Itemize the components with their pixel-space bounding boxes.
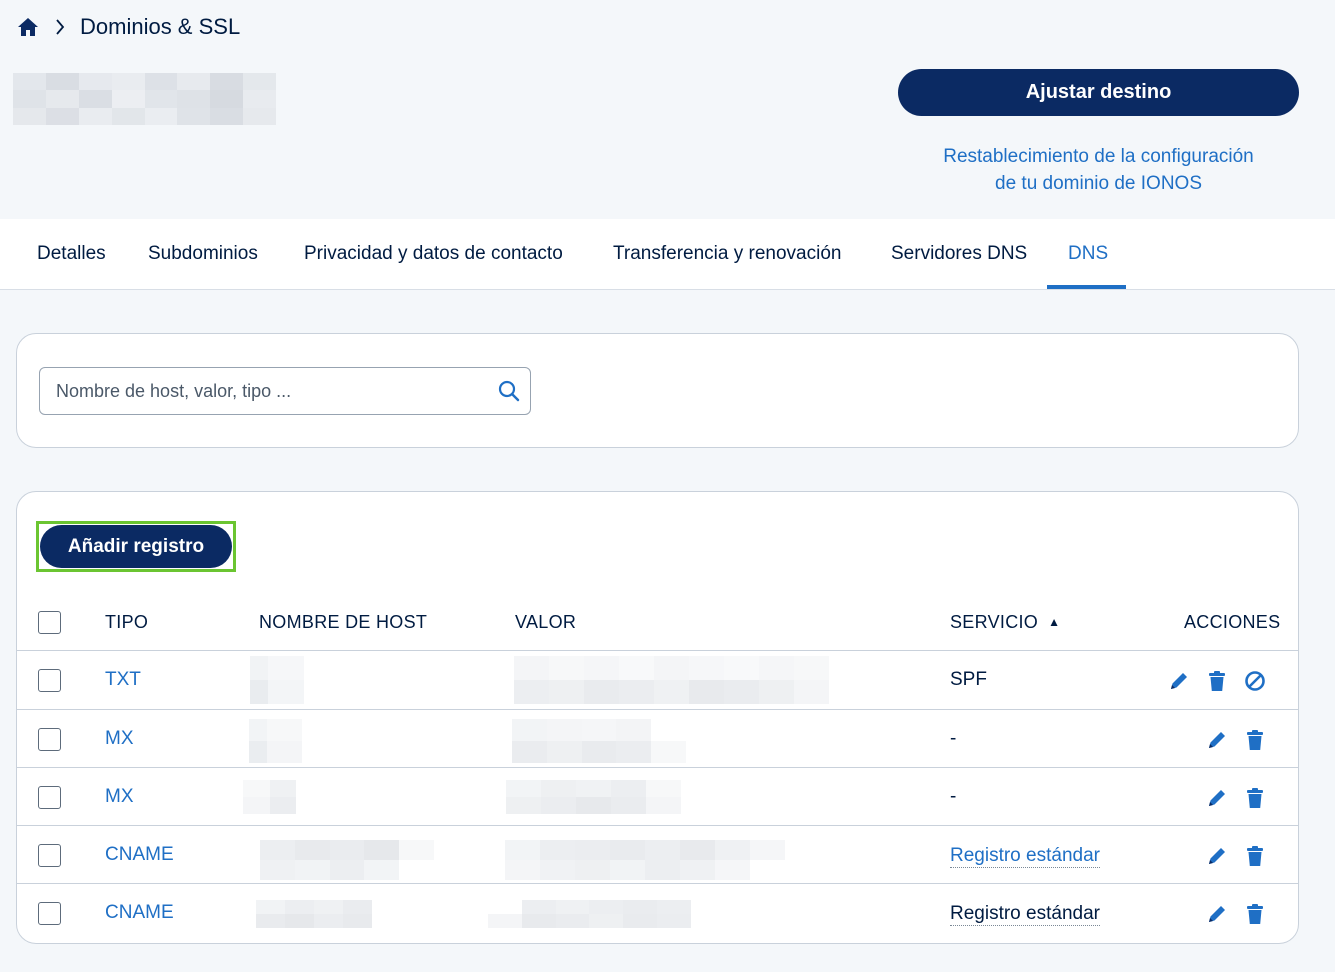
tab-details[interactable]: Detalles <box>37 219 106 289</box>
record-value-redacted <box>488 900 691 928</box>
delete-icon[interactable] <box>1242 727 1268 753</box>
tab-subdomains[interactable]: Subdominios <box>148 219 258 289</box>
record-type[interactable]: TXT <box>105 669 141 691</box>
edit-icon[interactable] <box>1204 727 1230 753</box>
record-service: SPF <box>950 669 987 690</box>
column-header-actions: ACCIONES <box>1184 611 1281 632</box>
search-icon[interactable] <box>498 380 520 402</box>
breadcrumb-current[interactable]: Dominios & SSL <box>80 14 240 40</box>
tab-privacy-contact[interactable]: Privacidad y datos de contacto <box>304 219 563 289</box>
reset-configuration-link[interactable]: Restablecimiento de la configuración de … <box>898 143 1299 197</box>
record-service-link[interactable]: Registro estándar <box>950 845 1100 868</box>
reset-link-line-2: de tu dominio de IONOS <box>995 173 1202 194</box>
tab-bar: Detalles Subdominios Privacidad y datos … <box>0 219 1335 290</box>
column-header-type: TIPO <box>105 611 149 632</box>
host-name-redacted <box>256 900 372 928</box>
tab-transfer-renewal[interactable]: Transferencia y renovación <box>613 219 841 289</box>
delete-icon[interactable] <box>1204 668 1230 694</box>
active-tab-indicator <box>1047 285 1126 289</box>
chevron-right-icon <box>54 17 66 37</box>
tab-dns-servers[interactable]: Servidores DNS <box>891 219 1027 289</box>
record-value-redacted <box>514 656 829 704</box>
record-service: - <box>950 786 957 807</box>
table-row: CNAME Registro estándar <box>0 884 1335 942</box>
table-row: CNAME Registro estándar <box>0 826 1335 883</box>
reset-link-line-1: Restablecimiento de la configuración <box>943 146 1254 167</box>
column-header-host: NOMBRE DE HOST <box>259 611 428 632</box>
home-icon[interactable] <box>16 15 40 39</box>
edit-icon[interactable] <box>1166 668 1192 694</box>
tab-dns[interactable]: DNS <box>1068 219 1108 289</box>
row-checkbox[interactable] <box>38 669 61 692</box>
host-name-redacted <box>260 840 434 880</box>
delete-icon[interactable] <box>1242 843 1268 869</box>
record-value-redacted <box>512 719 686 763</box>
table-row: TXT SPF <box>0 651 1335 709</box>
edit-icon[interactable] <box>1204 785 1230 811</box>
record-value-redacted <box>506 780 681 814</box>
select-all-checkbox[interactable] <box>38 611 61 634</box>
sort-ascending-icon: ▲ <box>1048 615 1061 629</box>
column-header-service[interactable]: SERVICIO ▲ <box>950 609 1060 635</box>
record-type[interactable]: CNAME <box>105 844 174 866</box>
row-checkbox[interactable] <box>38 786 61 809</box>
record-type[interactable]: MX <box>105 728 134 750</box>
column-header-value: VALOR <box>515 611 577 632</box>
breadcrumb: Dominios & SSL <box>16 12 240 42</box>
row-checkbox[interactable] <box>38 728 61 751</box>
search-input[interactable] <box>40 368 480 414</box>
row-checkbox[interactable] <box>38 844 61 867</box>
add-record-button[interactable]: Añadir registro <box>40 525 232 568</box>
record-service: - <box>950 728 957 749</box>
record-service-link[interactable]: Registro estándar <box>950 903 1100 926</box>
table-row: MX - <box>0 710 1335 767</box>
host-name-redacted <box>243 780 296 814</box>
record-type[interactable]: MX <box>105 786 134 808</box>
delete-icon[interactable] <box>1242 785 1268 811</box>
disable-icon[interactable] <box>1242 668 1268 694</box>
edit-icon[interactable] <box>1204 843 1230 869</box>
table-row: MX - <box>0 768 1335 825</box>
record-value-redacted <box>505 840 785 880</box>
edit-icon[interactable] <box>1204 901 1230 927</box>
record-type[interactable]: CNAME <box>105 902 174 924</box>
delete-icon[interactable] <box>1242 901 1268 927</box>
host-name-redacted <box>250 656 304 704</box>
adjust-destination-button[interactable]: Ajustar destino <box>898 69 1299 116</box>
row-checkbox[interactable] <box>38 902 61 925</box>
search-field <box>39 367 531 415</box>
host-name-redacted <box>249 719 302 763</box>
domain-name-redacted <box>13 73 276 125</box>
column-header-service-label: SERVICIO <box>950 611 1039 632</box>
